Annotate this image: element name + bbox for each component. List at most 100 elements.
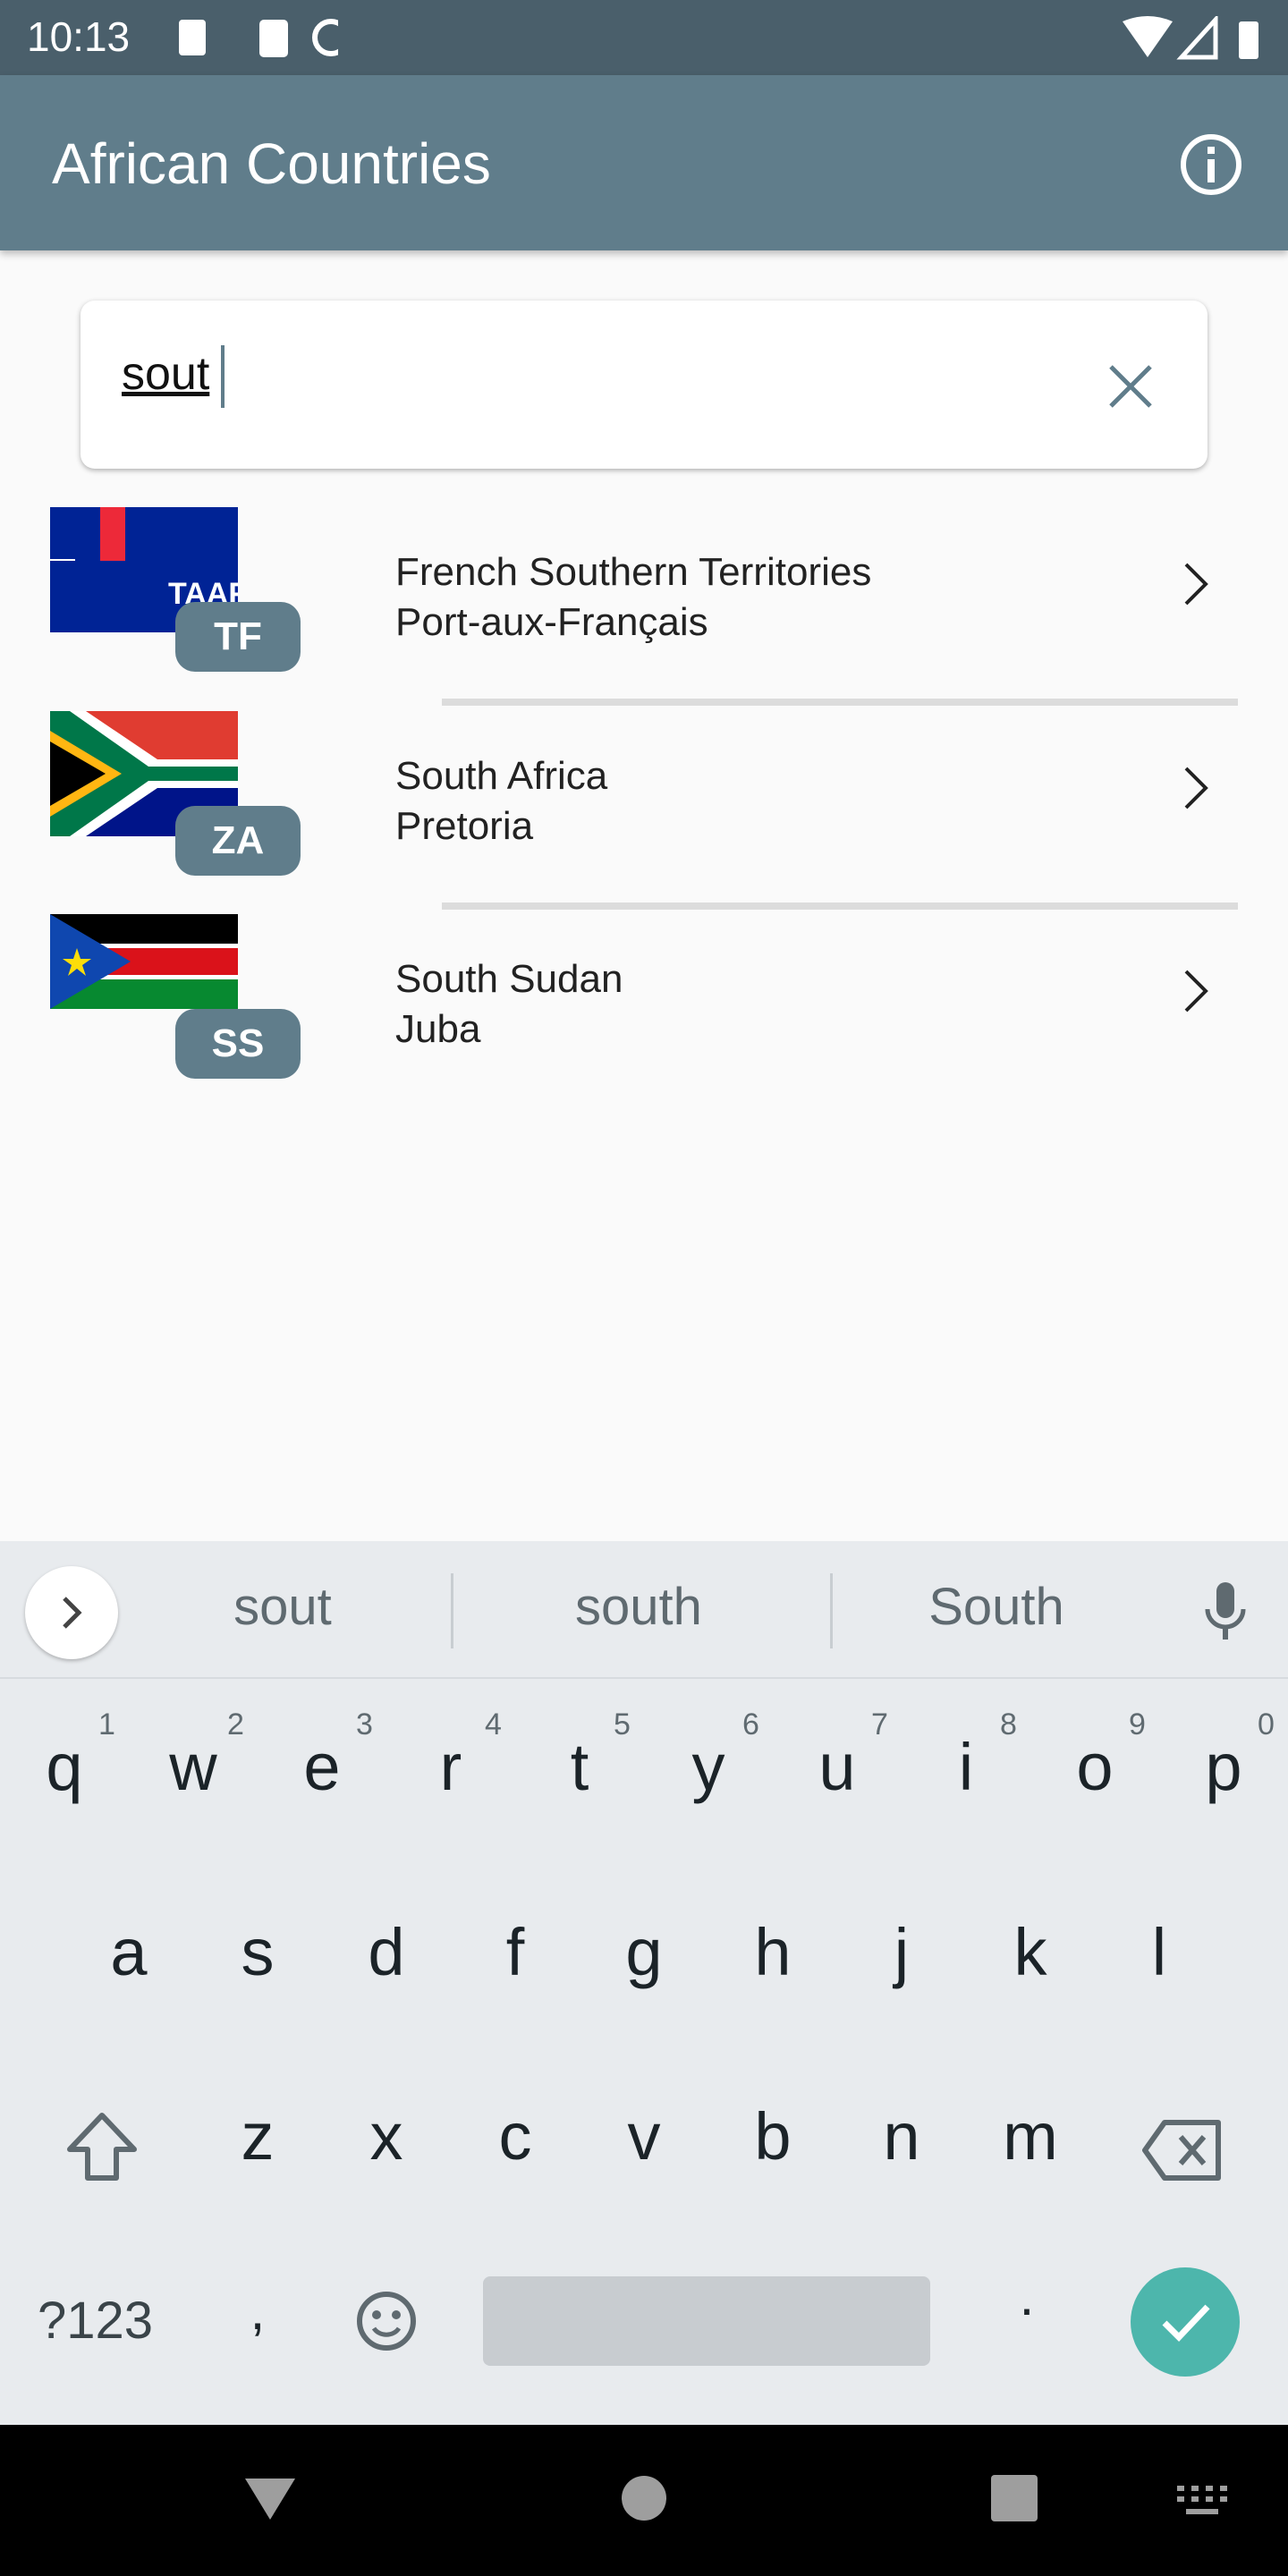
done-button[interactable] (1131, 2267, 1240, 2377)
text-caret (221, 345, 225, 408)
key-label: c (498, 2099, 532, 2174)
search-input[interactable]: sout (122, 347, 209, 401)
key-hint: 9 (1129, 1707, 1146, 1741)
divider (442, 699, 1238, 706)
emoji-icon[interactable] (354, 2289, 419, 2353)
key-label: p (1205, 1730, 1242, 1804)
key-label: o (1076, 1730, 1114, 1804)
key-label: n (883, 2099, 920, 2174)
chevron-right-icon (63, 1597, 82, 1629)
key-z[interactable]: z (193, 2098, 322, 2174)
suggestion[interactable]: sout (113, 1577, 453, 1637)
key-label: v (627, 2099, 661, 2174)
key-label: u (818, 1730, 856, 1804)
key-x[interactable]: x (322, 2098, 451, 2174)
divider (451, 1573, 453, 1648)
navigation-bar (0, 2425, 1288, 2576)
expand-toolbar-button[interactable] (25, 1566, 118, 1659)
chevron-right-icon (1184, 970, 1208, 1013)
suggestion[interactable]: south (469, 1577, 809, 1637)
country-row-ss[interactable]: SS South Sudan Juba (0, 914, 1288, 1118)
key-label: z (241, 2099, 275, 2174)
key-a[interactable]: a (64, 1914, 193, 1990)
key-hint: 8 (1000, 1707, 1017, 1741)
key-d[interactable]: d (322, 1914, 451, 1990)
status-time: 10:13 (27, 13, 131, 60)
key-label: h (754, 1915, 792, 1989)
home-icon[interactable] (621, 2475, 667, 2521)
key-label: x (369, 2099, 403, 2174)
key-label: e (303, 1730, 341, 1804)
key-hint: 5 (614, 1707, 631, 1741)
wifi-signal-battery-icons (1123, 16, 1258, 60)
key-label: y (691, 1730, 725, 1804)
info-icon[interactable] (1179, 132, 1243, 197)
microphone-icon[interactable] (1199, 1580, 1252, 1643)
key-hint: 4 (485, 1707, 502, 1741)
key-label: q (46, 1730, 83, 1804)
flag-ss (50, 914, 238, 1009)
chevron-right-icon (1184, 563, 1208, 606)
key-label: s (241, 1915, 275, 1989)
country-row-za[interactable]: ZA South Africa Pretoria (0, 711, 1288, 915)
country-capital: Juba (395, 1007, 481, 1051)
recents-icon[interactable] (991, 2475, 1038, 2521)
page-title: African Countries (52, 131, 491, 196)
key-l[interactable]: l (1095, 1914, 1224, 1990)
key-label: r (439, 1730, 462, 1804)
key-g[interactable]: g (580, 1914, 708, 1990)
key-label: m (1003, 2099, 1058, 2174)
key-h[interactable]: h (708, 1914, 837, 1990)
key-label: a (110, 1915, 148, 1989)
app-bar: African Countries (0, 75, 1288, 250)
key-hint: 2 (227, 1707, 244, 1741)
key-hint: 0 (1258, 1707, 1275, 1741)
symbols-key[interactable]: ?123 (38, 2291, 153, 2351)
key-c[interactable]: c (451, 2098, 580, 2174)
period-key[interactable]: . (962, 2266, 1091, 2327)
key-hint: 3 (356, 1707, 373, 1741)
key-label: b (754, 2099, 792, 2174)
key-f[interactable]: f (451, 1914, 580, 1990)
country-name: French Southern Territories (395, 550, 872, 594)
key-j[interactable]: j (837, 1914, 966, 1990)
key-label: g (625, 1915, 663, 1989)
notification-icons (179, 19, 338, 57)
close-icon[interactable] (1106, 361, 1156, 411)
country-capital: Pretoria (395, 804, 534, 848)
key-s[interactable]: s (193, 1914, 322, 1990)
chevron-right-icon (1184, 767, 1208, 809)
key-label: l (1151, 1915, 1167, 1989)
key-n[interactable]: n (837, 2098, 966, 2174)
country-code-badge: ZA (175, 806, 301, 876)
shift-icon[interactable] (64, 2110, 140, 2185)
keyboard-switch-icon[interactable] (1177, 2486, 1227, 2518)
space-key[interactable] (483, 2276, 930, 2366)
key-k[interactable]: k (966, 1914, 1095, 1990)
key-hint: 6 (742, 1707, 759, 1741)
key-label: t (570, 1730, 589, 1804)
key-label: w (169, 1730, 217, 1804)
key-v[interactable]: v (580, 2098, 708, 2174)
country-row-tf[interactable]: TAAF TF French Southern Territories Port… (0, 507, 1288, 711)
country-capital: Port-aux-Français (395, 600, 708, 644)
key-label: d (368, 1915, 405, 1989)
suggestion[interactable]: South (826, 1577, 1166, 1637)
key-b[interactable]: b (708, 2098, 837, 2174)
suggestion-strip: sout south South (0, 1541, 1288, 1679)
key-m[interactable]: m (966, 2098, 1095, 2174)
back-icon[interactable] (243, 2475, 297, 2521)
key-label: f (505, 1915, 525, 1989)
country-name: South Africa (395, 754, 608, 798)
country-name: South Sudan (395, 957, 623, 1001)
search-field[interactable]: sout (80, 301, 1208, 469)
status-bar: 10:13 (0, 0, 1288, 75)
key-label: j (894, 1915, 910, 1989)
backspace-icon[interactable] (1141, 2119, 1224, 2182)
divider (442, 902, 1238, 910)
key-label: k (1013, 1915, 1047, 1989)
checkmark-icon (1162, 2304, 1210, 2343)
key-hint: 1 (98, 1707, 115, 1741)
comma-key[interactable]: , (193, 2280, 322, 2342)
key-hint: 7 (871, 1707, 888, 1741)
